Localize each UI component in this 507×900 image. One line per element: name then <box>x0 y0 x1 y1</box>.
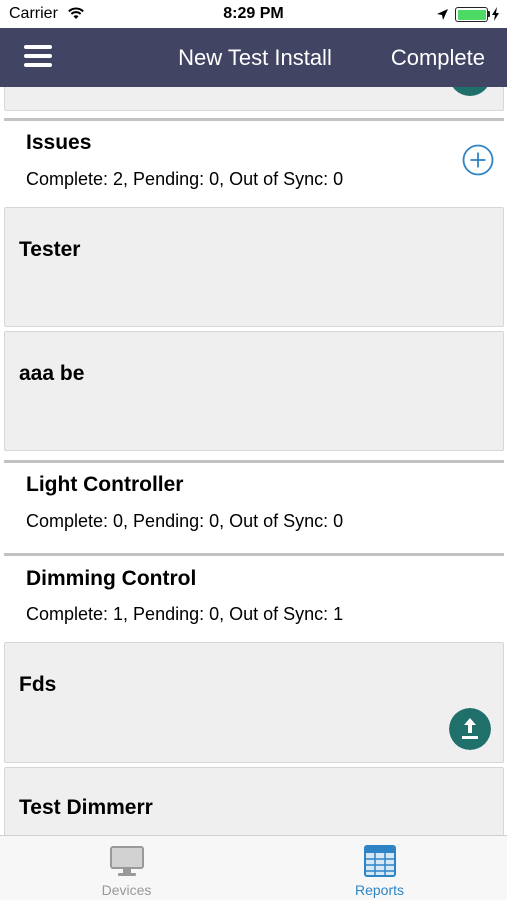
tab-bar: Devices Reports <box>0 835 507 900</box>
previous-item-card[interactable] <box>4 87 504 111</box>
list-item[interactable]: Tester <box>4 207 504 327</box>
tab-label-reports: Reports <box>354 882 405 898</box>
section-title-light-controller: Light Controller <box>26 473 184 496</box>
list-item[interactable]: aaa be <box>4 331 504 451</box>
report-content[interactable]: Issues Complete: 2, Pending: 0, Out of S… <box>0 87 507 835</box>
item-title: Tester <box>19 238 81 261</box>
section-stats-light-controller: Complete: 0, Pending: 0, Out of Sync: 0 <box>26 511 344 531</box>
battery-icon <box>455 7 488 22</box>
charging-bolt-icon <box>492 7 499 21</box>
section-stats-issues: Complete: 2, Pending: 0, Out of Sync: 0 <box>26 169 344 189</box>
battery-tip <box>488 11 490 17</box>
tab-devices[interactable]: Devices <box>0 836 253 900</box>
monitor-icon <box>110 846 144 876</box>
upload-icon[interactable] <box>449 87 491 96</box>
navigation-bar: New Test Install Complete <box>0 28 507 87</box>
item-title: Fds <box>19 673 57 696</box>
status-bar: Carrier 8:29 PM <box>0 0 507 28</box>
table-icon <box>364 845 396 877</box>
list-item[interactable]: Fds <box>4 642 504 763</box>
location-arrow-icon <box>437 9 448 20</box>
list-item[interactable]: Test Dimmerr <box>4 767 504 835</box>
item-title: aaa be <box>19 362 85 385</box>
section-stats-dimming-control: Complete: 1, Pending: 0, Out of Sync: 1 <box>26 604 344 624</box>
add-circle-icon[interactable] <box>462 144 494 176</box>
item-title: Test Dimmerr <box>19 796 153 819</box>
section-divider <box>4 553 504 556</box>
tab-label-devices: Devices <box>101 882 152 898</box>
section-title-dimming-control: Dimming Control <box>26 567 197 590</box>
section-divider <box>4 460 504 463</box>
section-title-issues: Issues <box>26 131 92 154</box>
clock: 8:29 PM <box>223 5 284 22</box>
tab-reports[interactable]: Reports <box>253 836 506 900</box>
section-divider <box>4 118 504 121</box>
complete-button[interactable]: Complete <box>391 45 485 71</box>
page-title: New Test Install <box>178 45 332 70</box>
upload-icon[interactable] <box>449 708 491 750</box>
menu-icon[interactable] <box>24 45 52 67</box>
